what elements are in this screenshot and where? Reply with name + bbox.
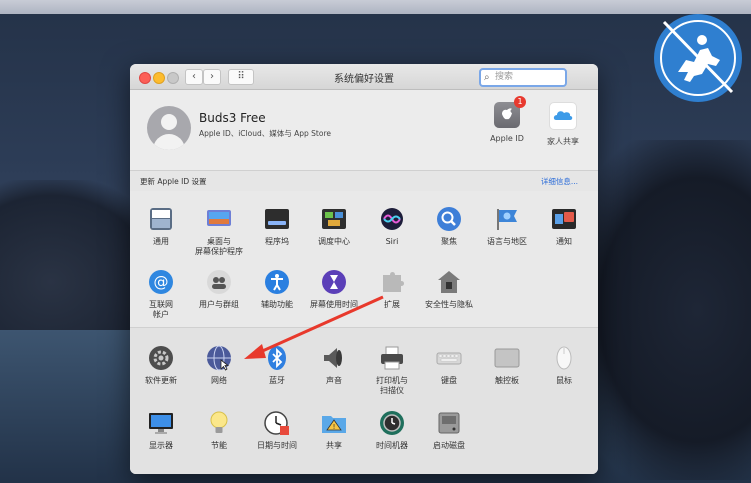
annotation-arrow (244, 295, 384, 359)
